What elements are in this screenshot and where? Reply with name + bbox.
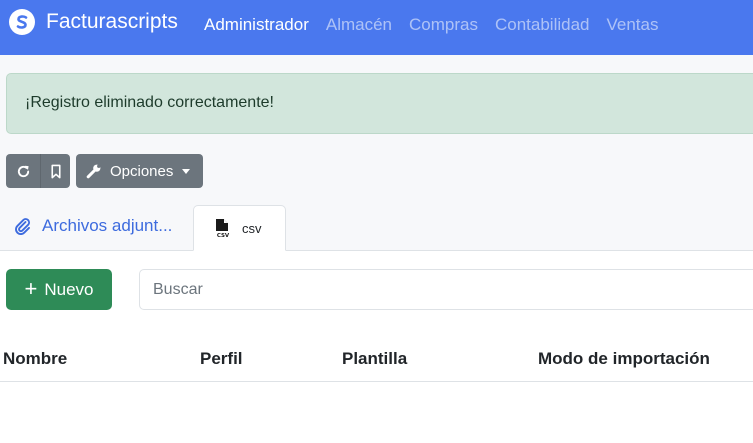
svg-text:CSV: CSV: [217, 233, 230, 238]
table-header-border: [0, 381, 753, 382]
new-button[interactable]: + Nuevo: [6, 269, 112, 310]
menu-item-compras[interactable]: Compras: [409, 15, 478, 35]
tab-csv[interactable]: CSV csv: [193, 205, 286, 251]
main-menu: Administrador Almacén Compras Contabilid…: [204, 15, 676, 35]
brand-name[interactable]: Facturascripts: [46, 10, 178, 34]
menu-item-administrador[interactable]: Administrador: [204, 15, 309, 35]
chevron-down-icon: [182, 168, 191, 174]
tabs-border: [0, 250, 753, 251]
search-input[interactable]: [139, 269, 753, 310]
reload-button[interactable]: [6, 154, 41, 188]
top-navbar: Facturascripts Administrador Almacén Com…: [0, 0, 753, 55]
menu-item-almacen[interactable]: Almacén: [326, 15, 392, 35]
options-label: Opciones: [110, 162, 174, 180]
tab-csv-label: csv: [242, 220, 262, 236]
plus-icon: +: [24, 275, 38, 301]
tab-attachments-label: Archivos adjunt...: [42, 216, 173, 235]
csv-file-icon: CSV: [215, 219, 231, 238]
success-alert: ¡Registro eliminado correctamente!: [6, 73, 753, 134]
column-header-modo-importacion[interactable]: Modo de importación: [538, 349, 710, 369]
new-button-label: Nuevo: [44, 279, 94, 299]
column-header-nombre[interactable]: Nombre: [3, 349, 67, 369]
bookmark-button[interactable]: [41, 154, 70, 188]
reload-icon: [17, 165, 29, 177]
toolbar-button-group: [6, 154, 70, 188]
wrench-icon: [86, 164, 101, 179]
column-header-plantilla[interactable]: Plantilla: [342, 349, 407, 369]
column-header-perfil[interactable]: Perfil: [200, 349, 243, 369]
bookmark-icon: [50, 164, 61, 178]
menu-item-contabilidad[interactable]: Contabilidad: [495, 15, 590, 35]
brand-logo-icon[interactable]: [9, 9, 35, 35]
tab-attachments[interactable]: Archivos adjunt...: [14, 216, 172, 236]
alert-message: ¡Registro eliminado correctamente!: [25, 94, 274, 111]
paperclip-icon: [15, 218, 30, 235]
options-dropdown-button[interactable]: Opciones: [76, 154, 203, 188]
menu-item-ventas[interactable]: Ventas: [607, 15, 659, 35]
